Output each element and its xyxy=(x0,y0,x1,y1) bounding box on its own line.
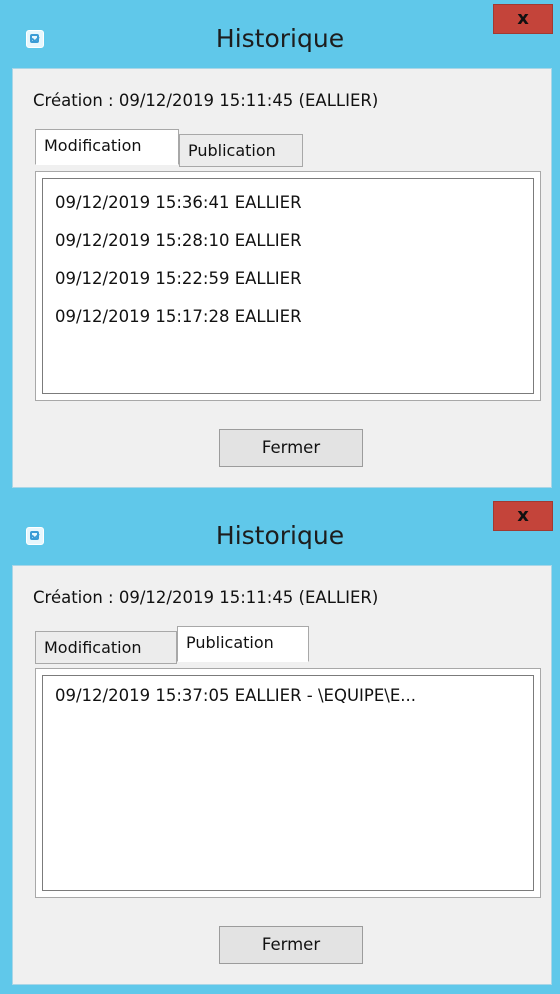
history-dialog-modification: Historique x Création : 09/12/2019 15:11… xyxy=(0,0,560,497)
close-window-button[interactable]: x xyxy=(493,4,553,34)
list-item[interactable]: 09/12/2019 15:36:41 EALLIER xyxy=(55,193,302,212)
dialog-body: Création : 09/12/2019 15:11:45 (EALLIER)… xyxy=(12,565,552,985)
tab-label: Publication xyxy=(186,633,274,652)
list-item[interactable]: 09/12/2019 15:22:59 EALLIER xyxy=(55,269,302,288)
tab-publication[interactable]: Publication xyxy=(177,626,309,662)
close-icon: x xyxy=(517,8,529,29)
tab-label: Publication xyxy=(188,141,276,160)
tab-panel-modification: 09/12/2019 15:36:41 EALLIER 09/12/2019 1… xyxy=(35,171,541,401)
tab-label: Modification xyxy=(44,638,142,657)
close-icon: x xyxy=(517,505,529,526)
tab-modification[interactable]: Modification xyxy=(35,631,177,664)
list-item[interactable]: 09/12/2019 15:28:10 EALLIER xyxy=(55,231,302,250)
window-title: Historique xyxy=(215,24,345,53)
dialog-body: Création : 09/12/2019 15:11:45 (EALLIER)… xyxy=(12,68,552,488)
history-list[interactable]: 09/12/2019 15:37:05 EALLIER - \EQUIPE\E.… xyxy=(42,675,534,891)
history-dialog-publication: Historique x Création : 09/12/2019 15:11… xyxy=(0,497,560,994)
tab-modification[interactable]: Modification xyxy=(35,129,179,165)
history-list[interactable]: 09/12/2019 15:36:41 EALLIER 09/12/2019 1… xyxy=(42,178,534,394)
close-window-button[interactable]: x xyxy=(493,501,553,531)
tab-label: Modification xyxy=(44,136,142,155)
creation-info: Création : 09/12/2019 15:11:45 (EALLIER) xyxy=(33,91,379,110)
list-item[interactable]: 09/12/2019 15:17:28 EALLIER xyxy=(55,307,302,326)
fermer-button[interactable]: Fermer xyxy=(219,429,363,467)
list-item[interactable]: 09/12/2019 15:37:05 EALLIER - \EQUIPE\E.… xyxy=(55,686,416,705)
fermer-button[interactable]: Fermer xyxy=(219,926,363,964)
creation-info: Création : 09/12/2019 15:11:45 (EALLIER) xyxy=(33,588,379,607)
tab-panel-publication: 09/12/2019 15:37:05 EALLIER - \EQUIPE\E.… xyxy=(35,668,541,898)
window-title: Historique xyxy=(215,521,345,550)
tab-publication[interactable]: Publication xyxy=(179,134,303,167)
